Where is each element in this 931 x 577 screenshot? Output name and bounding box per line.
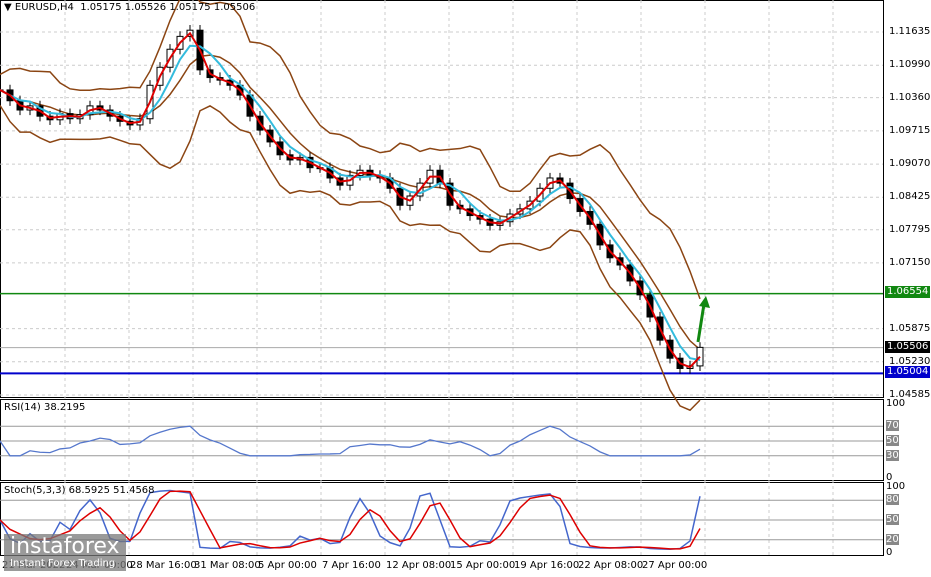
price-tick: 1.09070 [889, 158, 931, 170]
blue-level-tag: 1.05004 [885, 366, 931, 378]
indicator-level: 0 [886, 547, 893, 558]
ma-fast-line [0, 31, 701, 369]
instaforex-watermark: instaforex Instant Forex Trading [4, 534, 126, 571]
time-tick: 15 Apr 00:00 [450, 560, 516, 571]
bollinger-upper [0, 0, 701, 300]
indicator-level: 20 [886, 533, 899, 545]
price-tick: 1.05875 [889, 322, 931, 334]
indicator-level: 70 [886, 420, 899, 432]
brand-text: instaforex [10, 534, 120, 559]
price-tick: 1.07150 [889, 256, 931, 268]
indicator-level: 100 [886, 481, 906, 492]
time-tick: 5 Apr 00:00 [258, 560, 317, 571]
time-tick: 12 Apr 08:00 [386, 560, 452, 571]
price-tick: 1.08425 [889, 191, 931, 203]
indicator-level: 80 [886, 494, 899, 506]
chart-header: ▼ EURUSD,H4 1.05175 1.05526 1.05175 1.05… [4, 2, 256, 13]
indicator-level: 100 [886, 398, 906, 409]
bollinger-middle [0, 54, 701, 351]
forecast-arrow-head [699, 296, 710, 308]
tagline-text: Instant Forex Trading [10, 558, 116, 569]
bollinger-lower [0, 104, 701, 412]
rsi-label: RSI(14) 38.2195 [4, 402, 86, 413]
time-tick: 27 Apr 00:00 [642, 560, 708, 571]
indicator-level: 30 [886, 449, 899, 461]
indicator-level: 50 [886, 435, 899, 446]
price-tick: 1.10360 [889, 91, 931, 103]
price-tick: 1.09715 [889, 124, 931, 136]
price-tick: 1.07795 [889, 223, 931, 235]
time-tick: 22 Apr 08:00 [578, 560, 644, 571]
price-tick: 1.11635 [889, 26, 931, 37]
forecast-arrow [696, 303, 706, 343]
stoch-label: Stoch(5,3,3) 68.5925 51.4568 [4, 485, 155, 496]
ohlc-values: 1.05175 1.05526 1.05175 1.05506 [80, 2, 256, 13]
time-tick: 19 Apr 16:00 [514, 560, 580, 571]
price-tick: 1.10990 [889, 59, 931, 71]
indicator-level: 50 [886, 514, 899, 525]
time-tick: 7 Apr 16:00 [322, 560, 381, 571]
green-level-tag: 1.06554 [885, 286, 931, 298]
time-tick: 28 Mar 16:00 [130, 560, 197, 571]
rsi-pane [0, 399, 884, 481]
main-pane [0, 0, 884, 398]
current-price-tag: 1.05506 [885, 341, 931, 353]
time-tick: 31 Mar 08:00 [194, 560, 261, 571]
symbol-label: EURUSD,H4 [14, 2, 74, 13]
